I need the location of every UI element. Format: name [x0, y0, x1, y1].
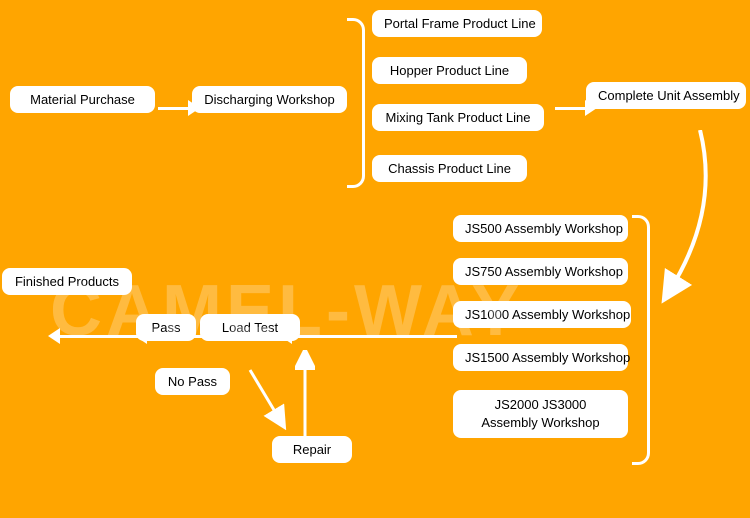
- repair-box: Repair: [272, 436, 352, 463]
- arrow-pass-to-fp: [48, 328, 140, 344]
- repair-to-lt-svg: [295, 350, 315, 440]
- bracket-aw: [632, 215, 650, 465]
- chassis-box: Chassis Product Line: [372, 155, 527, 182]
- finished-products-box: Finished Products: [2, 268, 132, 295]
- complete-unit-box: Complete Unit Assembly: [586, 82, 746, 109]
- material-purchase-box: Material Purchase: [10, 86, 155, 113]
- js500-box: JS500 Assembly Workshop: [453, 215, 628, 242]
- js750-box: JS750 Assembly Workshop: [453, 258, 628, 285]
- curved-arrow-svg: [640, 130, 740, 310]
- bracket-dw: [347, 18, 365, 188]
- js2000-3000-box: JS2000 JS3000 Assembly Workshop: [453, 390, 628, 438]
- discharging-workshop-box: Discharging Workshop: [192, 86, 347, 113]
- portal-frame-box: Portal Frame Product Line: [372, 10, 542, 37]
- hopper-box: Hopper Product Line: [372, 57, 527, 84]
- mixing-tank-box: Mixing Tank Product Line: [372, 104, 544, 131]
- js1000-box: JS1000 Assembly Workshop: [453, 301, 631, 328]
- arrow-aw-to-lt: [280, 328, 457, 344]
- js1500-box: JS1500 Assembly Workshop: [453, 344, 628, 371]
